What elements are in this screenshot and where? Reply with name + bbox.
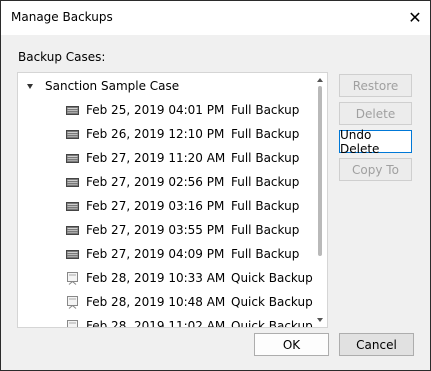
backup-type: Full Backup [231,199,300,213]
backup-list-item[interactable]: Feb 27, 2019 11:20 AM Full Backup [18,147,314,171]
case-name: Sanction Sample Case [45,79,180,93]
backup-type: Full Backup [231,175,300,189]
backup-list-item[interactable]: Feb 27, 2019 03:55 PM Full Backup [18,219,314,243]
scroll-up-arrow-icon[interactable] [317,78,323,82]
backup-list-item[interactable]: Feb 27, 2019 02:56 PM Full Backup [18,171,314,195]
backup-date: Feb 27, 2019 11:20 AM [86,151,226,165]
backup-list-item[interactable]: Feb 27, 2019 04:09 PM Full Backup [18,243,314,267]
cancel-button[interactable]: Cancel [339,333,414,356]
copy-to-button[interactable]: Copy To [339,158,412,181]
backup-date: Feb 28, 2019 10:48 AM [86,295,226,309]
backup-list-item[interactable]: Feb 27, 2019 03:16 PM Full Backup [18,195,314,219]
restore-button[interactable]: Restore [339,74,412,97]
quick-backup-icon [66,320,79,327]
backup-list-item[interactable]: Feb 28, 2019 10:48 AM Quick Backup [18,291,314,315]
backup-type: Full Backup [231,151,300,165]
quick-backup-icon [66,272,79,285]
full-backup-icon [66,128,79,141]
backup-type: Full Backup [231,103,300,117]
backup-date: Feb 27, 2019 02:56 PM [86,175,225,189]
backup-tree[interactable]: Sanction Sample Case Feb 25, 2019 04:01 … [17,72,328,328]
backup-date: Feb 27, 2019 03:55 PM [86,223,225,237]
full-backup-icon [66,248,79,261]
backup-type: Quick Backup [231,319,313,328]
full-backup-icon [66,200,79,213]
undo-delete-button[interactable]: Undo Delete [339,128,412,156]
delete-button[interactable]: Delete [339,102,412,125]
backup-type: Quick Backup [231,295,313,309]
full-backup-icon [66,224,79,237]
backup-date: Feb 25, 2019 04:01 PM [86,103,225,117]
quick-backup-icon [66,296,79,309]
backup-list-item[interactable]: Feb 26, 2019 12:10 PM Full Backup [18,123,314,147]
backup-type: Full Backup [231,223,300,237]
backup-cases-label: Backup Cases: [18,50,106,64]
full-backup-icon [66,104,79,117]
backup-list-item[interactable]: Feb 28, 2019 10:33 AM Quick Backup [18,267,314,291]
full-backup-icon [66,152,79,165]
backup-type: Quick Backup [231,271,313,285]
backup-date: Feb 28, 2019 11:02 AM [86,319,226,328]
close-icon[interactable]: ✕ [400,1,430,33]
vertical-scrollbar[interactable] [314,73,327,327]
backup-date: Feb 27, 2019 03:16 PM [86,199,225,213]
backup-list-item[interactable]: Feb 28, 2019 11:02 AM Quick Backup [18,315,314,328]
backup-date: Feb 28, 2019 10:33 AM [86,271,226,285]
manage-backups-dialog: Manage Backups ✕ Backup Cases: Sanction … [0,0,431,371]
backup-type: Full Backup [231,127,300,141]
backup-date: Feb 27, 2019 04:09 PM [86,247,225,261]
scrollbar-thumb[interactable] [318,86,322,256]
backup-type: Full Backup [231,247,300,261]
backup-date: Feb 26, 2019 12:10 PM [86,127,225,141]
full-backup-icon [66,176,79,189]
tree-root-row[interactable]: Sanction Sample Case [18,75,314,99]
window-title: Manage Backups [11,10,113,24]
scroll-down-arrow-icon[interactable] [317,318,323,322]
expand-arrow-icon[interactable] [27,84,33,89]
ok-button[interactable]: OK [254,333,329,356]
title-bar: Manage Backups ✕ [1,1,430,35]
backup-list-item[interactable]: Feb 25, 2019 04:01 PM Full Backup [18,99,314,123]
